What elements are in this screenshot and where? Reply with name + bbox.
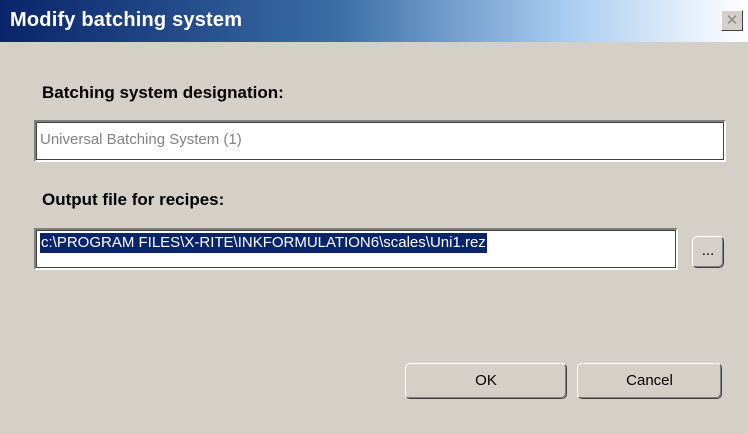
- browse-button-label: ...: [701, 242, 715, 259]
- close-icon: ✕: [725, 12, 739, 29]
- designation-value: Universal Batching System (1): [40, 131, 242, 148]
- browse-button[interactable]: ...: [692, 236, 724, 268]
- close-button[interactable]: ✕: [721, 10, 743, 31]
- output-file-field[interactable]: c:\PROGRAM FILES\X-RITE\INKFORMULATION6\…: [34, 228, 678, 270]
- title-bar: Modify batching system ✕: [0, 0, 748, 42]
- designation-field[interactable]: Universal Batching System (1): [34, 120, 726, 162]
- dialog-title: Modify batching system: [10, 9, 243, 31]
- output-file-value: c:\PROGRAM FILES\X-RITE\INKFORMULATION6\…: [40, 233, 487, 253]
- modify-batching-system-dialog: Modify batching system ✕ Batching system…: [0, 0, 748, 434]
- output-file-label: Output file for recipes:: [42, 190, 225, 209]
- ok-button-label: OK: [475, 372, 497, 389]
- ok-button[interactable]: OK: [405, 363, 567, 399]
- cancel-button[interactable]: Cancel: [577, 363, 722, 399]
- designation-label: Batching system designation:: [42, 83, 284, 102]
- cancel-button-label: Cancel: [626, 372, 673, 389]
